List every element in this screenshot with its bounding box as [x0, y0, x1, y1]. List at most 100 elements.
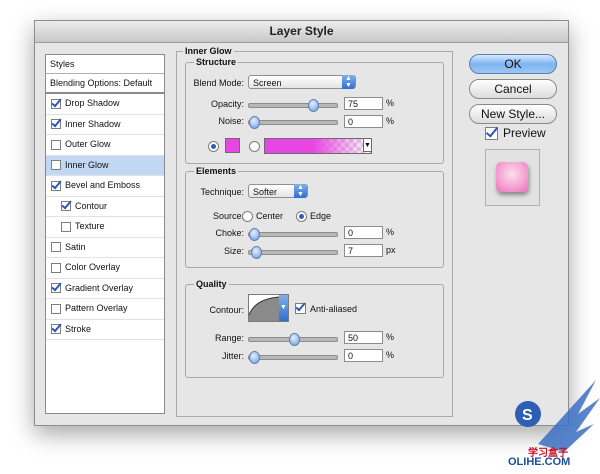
noise-input[interactable]: 0 [344, 115, 383, 128]
style-item-label: Texture [75, 221, 105, 231]
up-down-arrows-icon: ▲ ▼ [294, 184, 307, 198]
style-item-checkbox[interactable] [61, 221, 71, 232]
style-item-pattern-overlay[interactable]: Pattern Overlay [46, 299, 164, 320]
source-center-radio[interactable] [242, 211, 253, 222]
inner-glow-title: Inner Glow [183, 46, 234, 56]
style-item-color-overlay[interactable]: Color Overlay [46, 258, 164, 279]
noise-slider[interactable] [248, 116, 338, 129]
style-item-label: Outer Glow [65, 139, 111, 149]
source-center-label: Center [256, 211, 284, 221]
style-item-label: Drop Shadow [65, 98, 120, 108]
size-slider[interactable] [248, 246, 338, 259]
elements-group: Elements Technique: Softer ▲ ▼ Source: Ce… [185, 166, 444, 268]
style-item-checkbox[interactable] [51, 262, 61, 273]
noise-unit: % [386, 116, 395, 126]
style-item-texture[interactable]: Texture [46, 217, 164, 238]
style-item-label: Inner Glow [65, 159, 109, 170]
style-item-drop-shadow[interactable]: Drop Shadow [46, 94, 164, 115]
window-title: Layer Style [35, 21, 568, 43]
range-slider[interactable] [248, 333, 338, 346]
style-item-stroke[interactable]: Stroke [46, 320, 164, 340]
contour-dropdown-arrow-icon[interactable]: ▼ [279, 294, 289, 322]
style-item-inner-shadow[interactable]: Inner Shadow [46, 115, 164, 135]
style-item-checkbox[interactable] [51, 160, 61, 171]
style-item-checkbox[interactable] [51, 324, 61, 335]
gradient-radio[interactable] [249, 141, 260, 152]
structure-title: Structure [194, 57, 239, 67]
style-item-label: Contour [75, 200, 108, 211]
jitter-input[interactable]: 0 [344, 349, 383, 362]
technique-select[interactable]: Softer ▲ ▼ [248, 184, 308, 198]
styles-header[interactable]: Styles [46, 55, 164, 74]
style-item-label: Stroke [65, 323, 92, 334]
opacity-slider[interactable] [248, 99, 338, 112]
choke-unit: % [386, 227, 395, 237]
choke-input[interactable]: 0 [344, 226, 383, 239]
blend-mode-label: Blend Mode: [193, 78, 244, 88]
style-item-checkbox[interactable] [51, 180, 61, 191]
opacity-label: Opacity: [210, 99, 244, 109]
jitter-label: Jitter: [221, 351, 244, 361]
anti-aliased-checkbox[interactable] [295, 303, 306, 314]
style-item-checkbox[interactable] [51, 119, 61, 130]
quality-group: Quality Contour: ▼ Anti-aliased Range: 5… [185, 279, 444, 378]
blending-options-item[interactable]: Blending Options: Default [46, 74, 164, 94]
solid-color-radio[interactable] [208, 141, 219, 152]
range-slider-thumb[interactable] [288, 333, 300, 346]
style-item-bevel-and-emboss[interactable]: Bevel and Emboss [46, 176, 164, 197]
technique-label: Technique: [200, 187, 244, 197]
glow-gradient-picker[interactable]: ▼ [264, 138, 372, 154]
size-label: Size: [223, 246, 244, 256]
style-item-label: Gradient Overlay [65, 282, 134, 293]
style-preview-thumbnail [485, 149, 540, 206]
blend-mode-select[interactable]: Screen ▲ ▼ [248, 75, 356, 89]
jitter-slider[interactable] [248, 351, 338, 364]
style-item-inner-glow[interactable]: Inner Glow [46, 155, 164, 176]
quality-title: Quality [194, 279, 229, 289]
source-edge-radio[interactable] [296, 211, 307, 222]
svg-text:S: S [522, 407, 533, 424]
style-item-outer-glow[interactable]: Outer Glow [46, 135, 164, 156]
style-item-checkbox[interactable] [51, 139, 61, 150]
style-item-label: Pattern Overlay [65, 303, 128, 313]
choke-slider[interactable] [248, 228, 338, 241]
style-item-checkbox[interactable] [61, 201, 71, 212]
size-slider-thumb[interactable] [251, 246, 263, 259]
anti-aliased-label: Anti-aliased [310, 304, 358, 314]
contour-curve-icon [249, 296, 279, 321]
contour-label: Contour: [209, 305, 244, 315]
style-item-checkbox[interactable] [51, 283, 61, 294]
style-item-gradient-overlay[interactable]: Gradient Overlay [46, 279, 164, 299]
styles-list: Styles Blending Options: Default Drop Sh… [45, 54, 165, 414]
glow-color-swatch[interactable] [225, 138, 240, 153]
style-item-label: Color Overlay [65, 262, 121, 272]
up-down-arrows-icon: ▲ ▼ [342, 75, 355, 89]
style-item-checkbox[interactable] [51, 242, 61, 253]
style-item-satin[interactable]: Satin [46, 238, 164, 258]
preview-checkbox[interactable] [485, 126, 498, 140]
size-input[interactable]: 7 [344, 244, 383, 257]
opacity-slider-thumb[interactable] [308, 99, 320, 112]
choke-slider-thumb[interactable] [249, 228, 260, 241]
contour-preview[interactable] [248, 294, 280, 322]
style-item-label: Bevel and Emboss [65, 180, 141, 190]
ok-button[interactable]: OK [469, 54, 557, 74]
cancel-button[interactable]: Cancel [469, 79, 557, 99]
style-item-checkbox[interactable] [51, 98, 61, 109]
noise-slider-thumb[interactable] [249, 116, 260, 129]
preview-swatch [496, 162, 528, 192]
style-item-contour[interactable]: Contour [46, 197, 164, 217]
style-item-checkbox[interactable] [51, 303, 61, 314]
range-unit: % [386, 332, 395, 342]
opacity-input[interactable]: 75 [344, 97, 383, 110]
range-input[interactable]: 50 [344, 331, 383, 344]
opacity-unit: % [386, 98, 395, 108]
preview-toggle[interactable]: Preview [485, 126, 546, 140]
style-item-label: Inner Shadow [65, 118, 121, 129]
jitter-slider-thumb[interactable] [249, 351, 260, 364]
choke-label: Choke: [215, 228, 244, 238]
source-label: Source: [212, 211, 244, 221]
gradient-dropdown-arrow-icon[interactable]: ▼ [363, 138, 372, 152]
elements-title: Elements [194, 166, 239, 176]
new-style-button[interactable]: New Style... [469, 104, 557, 124]
